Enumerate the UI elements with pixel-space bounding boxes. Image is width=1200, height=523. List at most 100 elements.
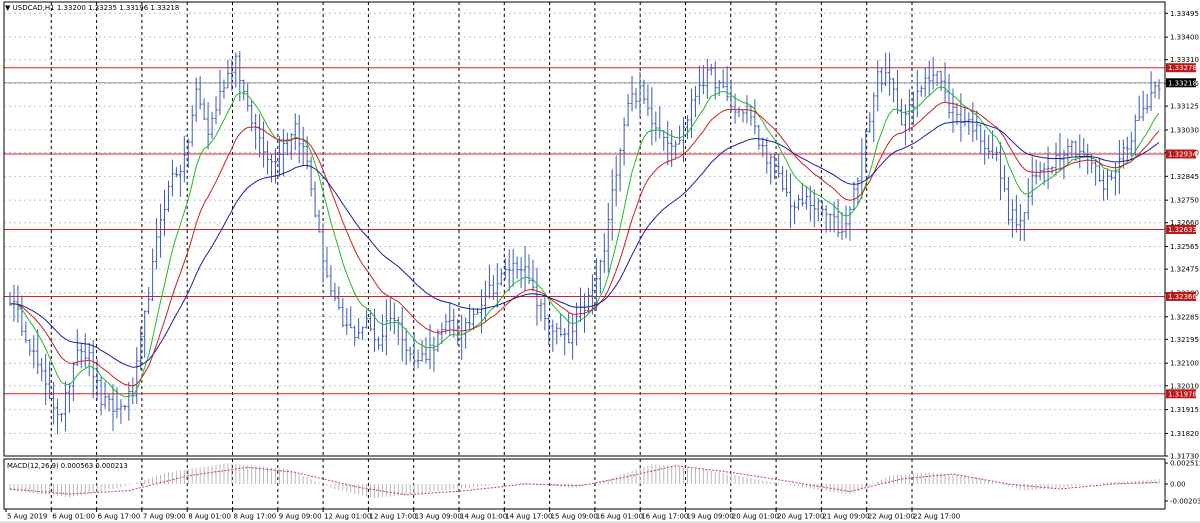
ohlc-bar (87, 342, 91, 377)
ohlc-bar (357, 318, 361, 340)
ohlc-bar (852, 181, 856, 211)
ohlc-bar (325, 246, 329, 278)
price-chart[interactable]: MACD(12,26,9) 0.000563 0.000213 1.317301… (0, 0, 1200, 523)
x-tick-label: 21 Aug 09:00 (822, 513, 869, 521)
ohlc-bar (681, 117, 686, 163)
y-tick-label: 1.32845 (1170, 173, 1199, 181)
ohlc-bar (515, 256, 519, 279)
ohlc-bar (376, 336, 381, 350)
y-tick-label: 1.32565 (1170, 243, 1199, 251)
ohlc-bar (388, 296, 392, 332)
y-tick-label: 1.31820 (1170, 430, 1199, 438)
ohlc-bar (1097, 157, 1102, 183)
ohlc-bar (824, 205, 828, 233)
ohlc-bar (511, 249, 515, 287)
ohlc-bar (51, 381, 56, 425)
ohlc-bar (143, 310, 147, 358)
ohlc-bar (214, 96, 218, 125)
ohlc-bar (812, 189, 816, 228)
y-tick-label: 1.33400 (1170, 34, 1199, 42)
ohlc-bar (479, 289, 484, 334)
ohlc-bar (935, 71, 939, 87)
ohlc-bar (1030, 156, 1034, 206)
ohlc-bar (380, 314, 385, 353)
ohlc-bar (198, 76, 202, 110)
ma-fast-line (9, 86, 1160, 398)
ohlc-bar (705, 58, 709, 99)
ohlc-bar (59, 413, 64, 423)
ohlc-bar (40, 357, 44, 382)
ohlc-bar (28, 339, 32, 357)
macd-tick-label: 0.00 (1170, 481, 1186, 489)
ohlc-bar (792, 201, 797, 225)
ohlc-bar (658, 106, 662, 139)
ohlc-bar (404, 328, 408, 366)
ohlc-bar (959, 93, 963, 142)
ohlc-bar (848, 206, 852, 241)
ohlc-bar (408, 346, 412, 362)
ohlc-bar (800, 182, 805, 207)
ohlc-bar (884, 52, 888, 87)
ohlc-bar (701, 64, 705, 95)
ohlc-bar (749, 105, 753, 126)
ohlc-bar (998, 141, 1003, 201)
x-tick-label: 5 Aug 2019 (7, 513, 47, 521)
ohlc-bar (891, 77, 896, 103)
ohlc-bar (911, 91, 915, 126)
ohlc-bar (103, 381, 107, 409)
ohlc-bar (880, 67, 884, 93)
ohlc-bar (254, 113, 258, 150)
ohlc-bar (337, 286, 341, 310)
ohlc-bar (218, 69, 222, 116)
ohlc-bar (919, 85, 923, 97)
ohlc-bar (364, 309, 369, 329)
ohlc-bar (685, 115, 690, 139)
ohlc-bar (784, 169, 789, 197)
ohlc-bar (452, 308, 456, 338)
x-tick-label: 15 Aug 09:00 (551, 513, 598, 521)
ohlc-bar (495, 263, 499, 308)
ohlc-bar (345, 307, 349, 335)
level-label: 1.32934 (1168, 151, 1197, 159)
current-price-label: 1.33218 (1168, 79, 1197, 87)
ohlc-bar (20, 295, 24, 337)
ohlc-bar (887, 52, 892, 96)
x-tick-label: 12 Aug 01:00 (324, 513, 371, 521)
ohlc-bar (202, 98, 206, 120)
ohlc-bar (257, 114, 262, 158)
y-tick-label: 1.33495 (1170, 10, 1199, 18)
ohlc-bar (1038, 161, 1042, 181)
ohlc-bar (539, 298, 543, 322)
ohlc-bar (448, 302, 452, 337)
x-tick-label: 20 Aug 17:00 (777, 513, 824, 521)
ohlc-bar (190, 105, 194, 147)
ohlc-bar (1010, 199, 1015, 238)
ohlc-bar (91, 340, 95, 398)
ohlc-bar (915, 69, 919, 118)
ohlc-bar (765, 137, 769, 174)
ohlc-bar (602, 233, 606, 274)
ohlc-bar (293, 113, 297, 151)
ohlc-bar (313, 181, 317, 218)
ohlc-bar (927, 60, 931, 97)
ohlc-bar (709, 63, 713, 76)
y-tick-label: 1.32010 (1170, 382, 1199, 390)
ohlc-bar (872, 92, 876, 143)
ohlc-bar (804, 185, 808, 210)
ohlc-bar (1026, 177, 1030, 221)
ohlc-bar (1058, 132, 1062, 172)
x-tick-label: 13 Aug 09:00 (415, 513, 462, 521)
ohlc-bar (721, 69, 725, 89)
ohlc-bar (693, 85, 698, 118)
ohlc-bar (1153, 81, 1157, 99)
x-tick-label: 8 Aug 17:00 (234, 513, 277, 521)
ohlc-bar (662, 130, 666, 151)
ohlc-bar (844, 205, 848, 239)
candles-layer (8, 51, 1161, 435)
x-tick-label: 16 Aug 17:00 (641, 513, 688, 521)
ohlc-bar (361, 326, 365, 341)
x-tick-label: 14 Aug 01:00 (460, 513, 507, 521)
grid-layer (4, 2, 1165, 509)
ohlc-bar (289, 133, 293, 160)
ohlc-bar (166, 180, 171, 213)
